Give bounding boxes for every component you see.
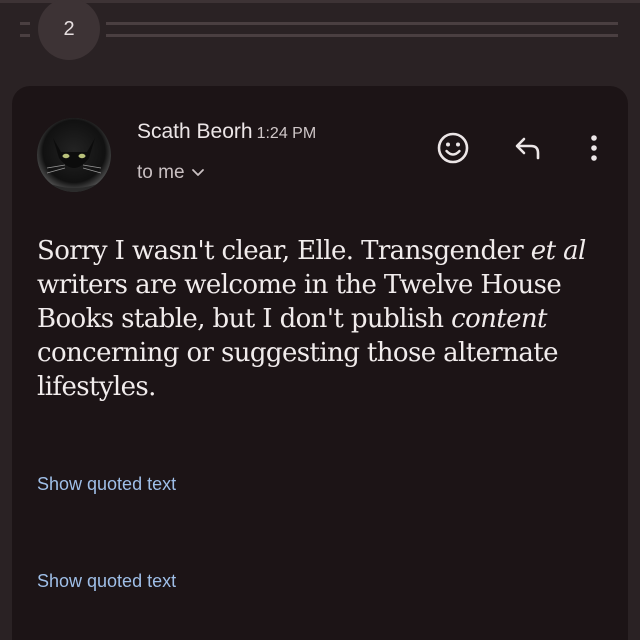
message-time: 1:24 PM: [256, 125, 317, 142]
divider: [0, 0, 640, 3]
collapsed-count-badge[interactable]: 2: [38, 0, 100, 60]
show-quoted-text-link[interactable]: Show quoted text: [37, 571, 176, 592]
reply-icon: [515, 137, 540, 160]
body-text-segment: Sorry I wasn't clear, Elle. Transgender: [37, 236, 531, 266]
sender-name[interactable]: Scath Beorh: [137, 120, 253, 143]
divider: [20, 34, 30, 37]
collapsed-messages-bar[interactable]: 2: [0, 0, 640, 70]
chevron-down-icon: [191, 162, 205, 184]
email-thread-view: 2 Scath Beorh 1:24 PM to me Sorry I wasn…: [0, 0, 640, 640]
body-emphasis: content: [451, 304, 547, 334]
body-text-segment: concerning or suggesting those alternate…: [37, 338, 559, 402]
message-body: Sorry I wasn't clear, Elle. Transgender …: [37, 234, 612, 404]
recipient-details-toggle[interactable]: to me: [137, 162, 205, 184]
divider: [20, 22, 30, 25]
more-vert-icon: [591, 135, 597, 161]
body-emphasis: et al: [530, 236, 587, 266]
show-quoted-text-link[interactable]: Show quoted text: [37, 474, 176, 495]
sender-line[interactable]: Scath Beorh 1:24 PM: [137, 120, 316, 144]
recipient-label: to me: [137, 162, 185, 184]
avatar-cat-image: [37, 118, 111, 192]
collapsed-count: 2: [63, 17, 75, 40]
collapsed-message-line: [106, 22, 618, 25]
more-options-button[interactable]: [576, 128, 612, 168]
collapsed-message-line: [106, 34, 618, 37]
emoji-react-icon: [437, 132, 469, 164]
reply-button[interactable]: [508, 128, 548, 168]
avatar[interactable]: [37, 118, 111, 192]
add-reaction-button[interactable]: [433, 128, 473, 168]
